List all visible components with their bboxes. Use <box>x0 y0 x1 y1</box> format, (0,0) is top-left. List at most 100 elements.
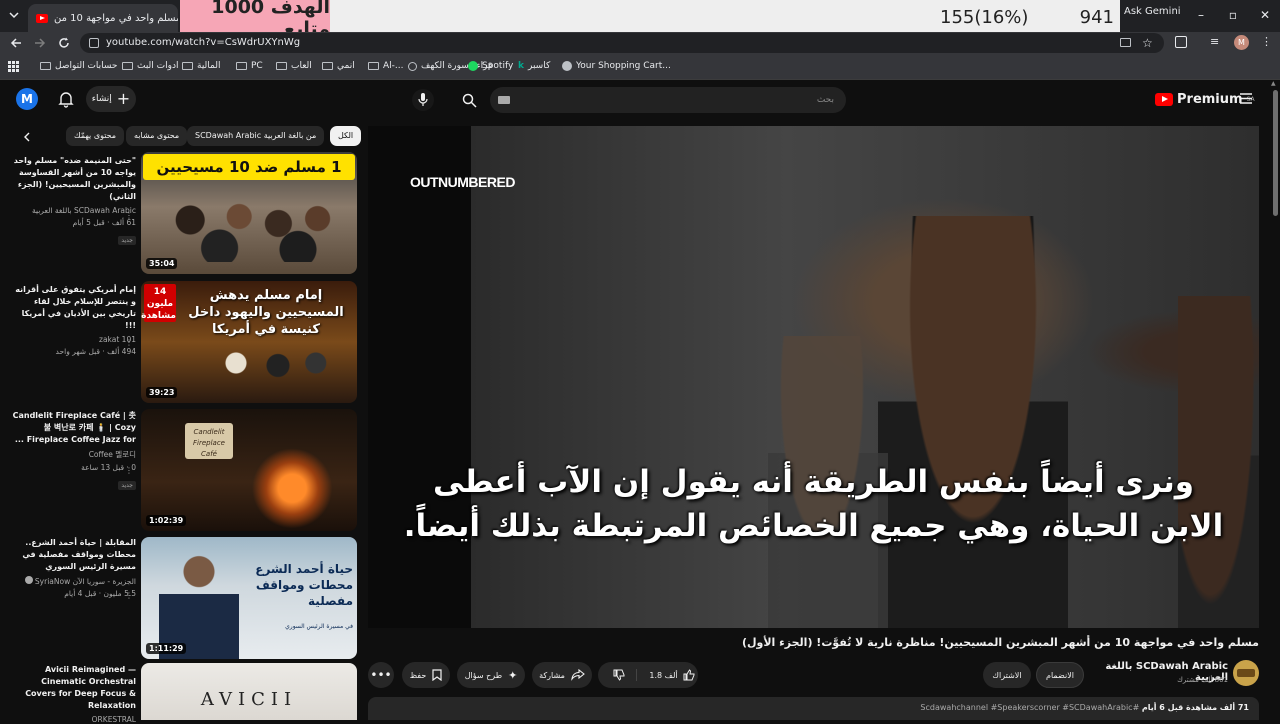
video-thumbnail[interactable]: 1 مسلم ضد 10 مسيحيين 35:04 <box>141 152 357 274</box>
voice-search-icon[interactable] <box>412 89 434 111</box>
maximize-icon[interactable]: ▫ <box>1222 5 1244 25</box>
like-button[interactable]: 1.8 ألف <box>643 669 695 681</box>
thumbnail-people <box>201 343 341 393</box>
follower-progress-text: 155(16%) <box>940 7 1029 28</box>
bookmark-link[interactable]: k كاسبر <box>518 61 550 71</box>
search-button[interactable] <box>454 88 484 112</box>
notifications-bell-icon[interactable] <box>58 91 74 108</box>
join-button[interactable]: الانضمام <box>1036 662 1084 688</box>
thumbnail-subline: في مسيرة الرئيس السوري <box>285 623 353 630</box>
recommendation-title[interactable]: المقابلة | حياة أحمد الشرع.. محطات ومواق… <box>8 537 136 573</box>
bookmark-folder[interactable]: المالية <box>182 61 220 71</box>
video-player[interactable]: OUTNUMBERED ونرى أيضاً بنفس الطريقة أنه … <box>368 126 1259 628</box>
search-input[interactable]: بحث <box>490 87 846 113</box>
forward-icon[interactable] <box>33 36 47 50</box>
recommendation-channel[interactable]: الجزيرة - سوريا الآن SyriaNow <box>8 576 136 586</box>
bookmark-folder[interactable]: حسابات التواصل <box>40 61 117 71</box>
folder-icon <box>122 62 133 70</box>
more-horizontal-icon: ••• <box>370 668 392 682</box>
recommendation-meta: 494 ألف · قبل شهر واحد <box>55 347 136 356</box>
bookmark-folder[interactable]: PC <box>236 61 263 71</box>
video-subtitle: ونرى أيضاً بنفس الطريقة أنه يقول إن الآب… <box>403 464 1224 544</box>
recommendation-channel[interactable]: SCDawah Arabic باللغة العربية <box>8 206 136 215</box>
recommendation-meta: 5.5 مليون · قبل 4 أيام <box>64 589 136 598</box>
dislike-button[interactable] <box>601 669 638 681</box>
recommendation-info: إمام أمريكي يتفوق على أقرانه و ينتصر للإ… <box>8 284 136 356</box>
browser-menu-icon[interactable]: ⋮ <box>1261 35 1272 48</box>
youtube-header: M إنشاء + بحث Premium SA <box>0 80 1280 120</box>
more-actions-icon[interactable]: ⋮ <box>125 211 133 220</box>
page-scrollbar[interactable]: ▲ <box>1270 80 1280 720</box>
profile-avatar[interactable]: M <box>1234 35 1249 50</box>
bookmark-folder[interactable]: العاب <box>276 61 312 71</box>
tab-list-icon[interactable] <box>8 9 20 21</box>
chip-from-channel[interactable]: من بالغة العربية SCDawah Arabic <box>187 126 325 146</box>
share-icon <box>571 669 585 681</box>
account-avatar[interactable]: M <box>16 88 38 110</box>
ask-gemini-button[interactable]: Ask Gemini <box>1124 6 1181 17</box>
apps-grid-icon[interactable] <box>8 61 19 72</box>
recommendation-channel[interactable]: zakat 101 <box>8 335 136 344</box>
folder-icon <box>322 62 333 70</box>
recommendation-title[interactable]: Candlelit Fireplace Café | 촛불 벽난로 카페 🕯️ … <box>8 410 136 446</box>
bookmark-star-icon[interactable]: ☆ <box>1142 33 1153 53</box>
hamburger-menu-icon[interactable] <box>1240 93 1252 104</box>
folder-icon <box>236 62 247 70</box>
video-duration: 39:23 <box>146 387 178 398</box>
thumbnail-sign: Candlelit Fireplace Café <box>185 423 233 459</box>
thumbnail-badge: 14 مليون مشاهدة! <box>141 284 176 322</box>
chip-for-you[interactable]: محتوى يهمّك <box>66 126 125 146</box>
minimize-icon[interactable]: – <box>1190 5 1212 25</box>
recommendation-title[interactable]: "حتى المنيمة ضده" مسلم واحد يواجه 10 من … <box>8 155 136 203</box>
like-count: 1.8 ألف <box>649 670 678 680</box>
recommendation-title[interactable]: إمام أمريكي يتفوق على أقرانه و ينتصر للإ… <box>8 284 136 332</box>
video-thumbnail[interactable]: 14 مليون مشاهدة! إمام مسلم يدهش المسيحيي… <box>141 281 357 403</box>
bookmark-folder[interactable]: Al-... <box>368 61 404 71</box>
more-actions-button[interactable]: ••• <box>368 662 394 688</box>
scroll-up-arrow[interactable]: ▲ <box>1271 80 1276 87</box>
description-box[interactable]: 71 ألف مشاهدة قبل 6 أيام #Scdawahchannel… <box>368 697 1259 720</box>
channel-avatar[interactable] <box>1233 660 1259 686</box>
bookmark-link[interactable]: Your Shopping Cart... <box>562 61 671 71</box>
url-bar[interactable]: youtube.com/watch?v=CsWdrUXYnWg ☆ <box>80 33 1164 53</box>
share-button[interactable]: مشاركة <box>532 662 592 688</box>
recommendation-channel[interactable]: Coffee 멜로디 <box>8 449 136 460</box>
install-app-icon[interactable] <box>1120 38 1131 47</box>
scroll-thumb[interactable] <box>1273 90 1278 216</box>
cart-icon <box>562 61 572 71</box>
create-button[interactable]: إنشاء + <box>86 86 136 112</box>
extensions-icon[interactable] <box>1175 36 1187 48</box>
reading-list-icon[interactable]: ≡ <box>1210 35 1219 48</box>
chip-all[interactable]: الكل <box>330 126 362 146</box>
bookmark-spotify[interactable]: Spotify <box>468 61 513 71</box>
subscribe-button[interactable]: الاشتراك <box>983 662 1031 688</box>
browser-tab[interactable]: مسلم واحد في مواجهة 10 من <box>28 4 178 32</box>
bookmark-icon <box>408 61 417 71</box>
thumbnail-headline: AVICII <box>200 689 298 710</box>
more-actions-icon[interactable]: ⋮ <box>125 338 133 347</box>
keyboard-icon[interactable] <box>498 96 510 104</box>
back-icon[interactable] <box>9 36 23 50</box>
recommendation-meta: 0 · قبل 13 ساعة <box>81 463 136 472</box>
bookmark-folder[interactable]: انمي <box>322 61 355 71</box>
more-actions-icon[interactable]: ⋮ <box>125 466 133 475</box>
chips-scroll-button[interactable] <box>18 128 36 146</box>
video-thumbnail[interactable]: حياة أحمد الشرع محطات ومواقف مفصلية في م… <box>141 537 357 659</box>
ask-button[interactable]: طرح سؤال ✦ <box>457 662 525 688</box>
bookmarks-bar: حسابات التواصل ادوات البث المالية PC الع… <box>0 54 1280 80</box>
thumbnail-headline: 1 مسلم ضد 10 مسيحيين <box>143 154 355 180</box>
recommendation-info: المقابلة | حياة أحمد الشرع.. محطات ومواق… <box>8 537 136 598</box>
folder-icon <box>40 62 51 70</box>
recommendation-title[interactable]: Avicii Reimagined — Cinematic Orchestral… <box>8 664 136 712</box>
more-actions-icon[interactable]: ⋮ <box>125 591 133 600</box>
video-thumbnail[interactable]: Candlelit Fireplace Café 1:02:39 <box>141 409 357 531</box>
bookmark-folder[interactable]: ادوات البث <box>122 61 178 71</box>
site-info-icon[interactable] <box>89 38 99 48</box>
reload-icon[interactable] <box>57 36 71 50</box>
save-button[interactable]: حفظ <box>402 662 450 688</box>
hashtags[interactable]: #Scdawahchannel #Speakerscorner #SCDawah… <box>920 703 1139 712</box>
recommendation-info: Candlelit Fireplace Café | 촛불 벽난로 카페 🕯️ … <box>8 410 136 491</box>
close-window-icon[interactable]: ✕ <box>1254 5 1276 25</box>
chip-related[interactable]: محتوى مشابه <box>126 126 188 146</box>
video-thumbnail[interactable]: AVICII <box>141 663 357 720</box>
